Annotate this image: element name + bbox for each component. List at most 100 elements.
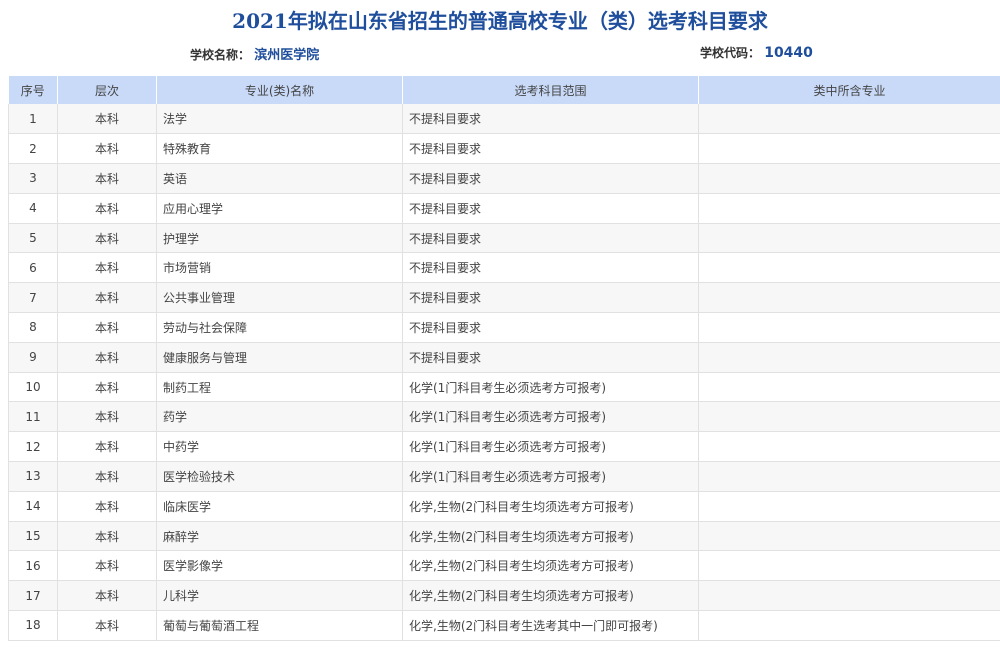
- cell-requirement: 化学,生物(2门科目考生均须选考方可报考): [402, 580, 699, 612]
- cell-no: 6: [8, 252, 58, 284]
- cell-no: 12: [8, 431, 58, 463]
- cell-no: 14: [8, 491, 58, 522]
- cell-level: 本科: [57, 133, 157, 165]
- cell-sub-majors: [698, 223, 1000, 254]
- cell-sub-majors: [698, 521, 1000, 552]
- cell-sub-majors: [698, 401, 1000, 433]
- cell-sub-majors: [698, 550, 1000, 582]
- cell-requirement: 不提科目要求: [402, 252, 699, 284]
- cell-major: 特殊教育: [156, 133, 403, 165]
- header-sub-majors: 类中所含专业: [698, 76, 1000, 104]
- cell-sub-majors: [698, 133, 1000, 165]
- table-row: 12 本科 中药学 化学(1门科目考生必须选考方可报考): [8, 431, 1000, 463]
- cell-sub-majors: [698, 342, 1000, 373]
- cell-level: 本科: [57, 163, 157, 194]
- cell-sub-majors: [698, 193, 1000, 224]
- cell-no: 15: [8, 521, 58, 552]
- table-row: 2 本科 特殊教育 不提科目要求: [8, 133, 1000, 165]
- table-row: 7 本科 公共事业管理 不提科目要求: [8, 282, 1000, 314]
- header-level: 层次: [57, 76, 157, 104]
- requirements-table: 序号 层次 专业(类)名称 选考科目范围 类中所含专业 1 本科 法学 不提科目要求 2…: [8, 76, 1000, 641]
- cell-level: 本科: [57, 312, 157, 343]
- cell-sub-majors: [698, 431, 1000, 463]
- table-row: 6 本科 市场营销 不提科目要求: [8, 252, 1000, 284]
- cell-major: 健康服务与管理: [156, 342, 403, 373]
- cell-no: 17: [8, 580, 58, 612]
- school-name-label: 学校名称：: [190, 48, 251, 62]
- cell-level: 本科: [57, 193, 157, 224]
- cell-major: 法学: [156, 104, 403, 135]
- school-code-label: 学校代码：: [700, 46, 761, 60]
- cell-requirement: 化学,生物(2门科目考生均须选考方可报考): [402, 491, 699, 522]
- cell-no: 5: [8, 223, 58, 254]
- cell-requirement: 化学,生物(2门科目考生均须选考方可报考): [402, 550, 699, 582]
- cell-requirement: 化学,生物(2门科目考生均须选考方可报考): [402, 521, 699, 552]
- cell-no: 11: [8, 401, 58, 433]
- cell-sub-majors: [698, 580, 1000, 612]
- cell-major: 临床医学: [156, 491, 403, 522]
- cell-no: 18: [8, 610, 58, 641]
- cell-sub-majors: [698, 104, 1000, 135]
- table-header: 序号 层次 专业(类)名称 选考科目范围 类中所含专业: [8, 76, 1000, 104]
- cell-sub-majors: [698, 282, 1000, 314]
- cell-level: 本科: [57, 372, 157, 403]
- cell-major: 麻醉学: [156, 521, 403, 552]
- cell-major: 中药学: [156, 431, 403, 463]
- cell-no: 4: [8, 193, 58, 224]
- cell-no: 7: [8, 282, 58, 314]
- cell-sub-majors: [698, 372, 1000, 403]
- cell-sub-majors: [698, 163, 1000, 194]
- table-row: 4 本科 应用心理学 不提科目要求: [8, 193, 1000, 224]
- table-row: 15 本科 麻醉学 化学,生物(2门科目考生均须选考方可报考): [8, 521, 1000, 552]
- cell-requirement: 不提科目要求: [402, 104, 699, 135]
- cell-requirement: 化学(1门科目考生必须选考方可报考): [402, 401, 699, 433]
- cell-level: 本科: [57, 521, 157, 552]
- table-row: 9 本科 健康服务与管理 不提科目要求: [8, 342, 1000, 373]
- cell-requirement: 不提科目要求: [402, 163, 699, 194]
- cell-major: 医学影像学: [156, 550, 403, 582]
- cell-no: 1: [8, 104, 58, 135]
- cell-major: 儿科学: [156, 580, 403, 612]
- cell-no: 8: [8, 312, 58, 343]
- cell-no: 13: [8, 461, 58, 492]
- cell-sub-majors: [698, 461, 1000, 492]
- cell-no: 3: [8, 163, 58, 194]
- header-no: 序号: [8, 76, 58, 104]
- page-title: 2021年拟在山东省招生的普通高校专业（类）选考科目要求: [232, 9, 768, 33]
- cell-major: 英语: [156, 163, 403, 194]
- cell-sub-majors: [698, 491, 1000, 522]
- cell-requirement: 不提科目要求: [402, 342, 699, 373]
- cell-level: 本科: [57, 282, 157, 314]
- school-name-field: 学校名称： 滨州医学院: [190, 44, 319, 63]
- page: 2021年拟在山东省招生的普通高校专业（类）选考科目要求 学校名称： 滨州医学院…: [0, 0, 1000, 649]
- cell-major: 药学: [156, 401, 403, 433]
- cell-sub-majors: [698, 252, 1000, 284]
- cell-sub-majors: [698, 312, 1000, 343]
- cell-requirement: 不提科目要求: [402, 223, 699, 254]
- school-code-value: 10440: [764, 45, 813, 61]
- table-row: 18 本科 葡萄与葡萄酒工程 化学,生物(2门科目考生选考其中一门即可报考): [8, 610, 1000, 641]
- header-major: 专业(类)名称: [156, 76, 403, 104]
- cell-level: 本科: [57, 223, 157, 254]
- cell-major: 公共事业管理: [156, 282, 403, 314]
- cell-major: 护理学: [156, 223, 403, 254]
- cell-requirement: 化学(1门科目考生必须选考方可报考): [402, 372, 699, 403]
- table-row: 5 本科 护理学 不提科目要求: [8, 223, 1000, 254]
- cell-no: 10: [8, 372, 58, 403]
- school-info-bar: 学校名称： 滨州医学院 学校代码： 10440: [0, 38, 1000, 72]
- cell-level: 本科: [57, 580, 157, 612]
- cell-level: 本科: [57, 252, 157, 284]
- cell-requirement: 不提科目要求: [402, 312, 699, 343]
- cell-major: 制药工程: [156, 372, 403, 403]
- table-row: 17 本科 儿科学 化学,生物(2门科目考生均须选考方可报考): [8, 580, 1000, 612]
- cell-major: 应用心理学: [156, 193, 403, 224]
- table-row: 8 本科 劳动与社会保障 不提科目要求: [8, 312, 1000, 343]
- cell-level: 本科: [57, 550, 157, 582]
- cell-level: 本科: [57, 342, 157, 373]
- school-name-value: 滨州医学院: [254, 48, 320, 63]
- cell-major: 市场营销: [156, 252, 403, 284]
- cell-major: 葡萄与葡萄酒工程: [156, 610, 403, 641]
- cell-requirement: 不提科目要求: [402, 133, 699, 165]
- cell-requirement: 化学(1门科目考生必须选考方可报考): [402, 431, 699, 463]
- cell-sub-majors: [698, 610, 1000, 641]
